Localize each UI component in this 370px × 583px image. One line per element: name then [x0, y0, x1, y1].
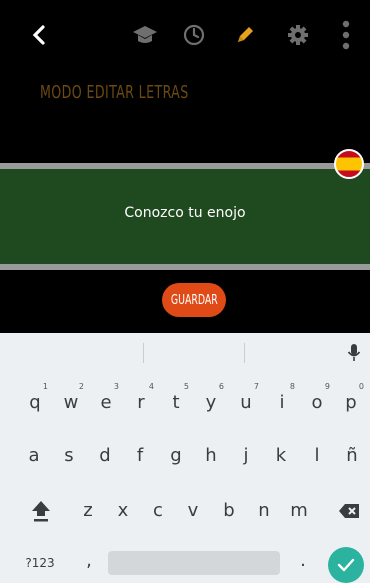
key-label: f — [136, 445, 144, 466]
gear-icon — [288, 25, 308, 45]
key-number-hint: 1 — [42, 382, 48, 391]
check-icon — [337, 558, 355, 572]
key-l[interactable]: l — [300, 436, 334, 476]
key-f[interactable]: f — [123, 436, 157, 476]
key-label: h — [205, 445, 217, 466]
more-button[interactable] — [336, 18, 356, 52]
key-b[interactable]: b — [212, 491, 246, 531]
history-button[interactable] — [181, 22, 207, 48]
space-key[interactable] — [108, 551, 280, 575]
key-label: n — [258, 500, 270, 521]
key-label: g — [170, 445, 182, 466]
shift-key[interactable] — [24, 491, 58, 531]
key-label: k — [275, 445, 287, 466]
key-label: t — [172, 392, 180, 413]
key-u[interactable]: u7 — [229, 382, 263, 423]
key-label: v — [187, 500, 199, 521]
key-t[interactable]: t5 — [159, 382, 193, 423]
key-v[interactable]: v — [176, 491, 210, 531]
key-label: p — [345, 392, 357, 413]
lyric-line[interactable]: Conozco tu enojo — [0, 205, 370, 221]
key-s[interactable]: s — [52, 436, 86, 476]
pencil-icon — [238, 27, 253, 42]
key-label: e — [100, 392, 112, 413]
key-y[interactable]: y6 — [194, 382, 228, 423]
save-button[interactable]: GUARDAR — [162, 283, 226, 317]
back-button[interactable] — [28, 22, 50, 48]
key-label: l — [314, 445, 320, 466]
key-label: x — [117, 500, 129, 521]
key-w[interactable]: w2 — [54, 382, 88, 423]
key-label: i — [279, 392, 285, 413]
suggestion-bar — [0, 333, 370, 373]
microphone-icon — [347, 344, 361, 361]
comma-key[interactable]: , — [72, 541, 106, 581]
key-number-hint: 7 — [253, 382, 259, 391]
graduation-cap-icon — [133, 26, 157, 43]
key-o[interactable]: o9 — [300, 382, 334, 423]
key-label: m — [290, 500, 308, 521]
key-label: w — [63, 392, 79, 413]
key-h[interactable]: h — [194, 436, 228, 476]
suggestion-divider — [244, 343, 245, 363]
key-r[interactable]: r4 — [124, 382, 158, 423]
keyboard: q1w2e3r4t5y6u7i8o9p0 asdfghjklñ zxcvbnm … — [0, 333, 370, 583]
key-x[interactable]: x — [106, 491, 140, 531]
key-number-hint: 2 — [78, 382, 84, 391]
mode-title: MODO EDITAR LETRAS — [40, 82, 189, 103]
chevron-left-icon — [32, 25, 45, 45]
shift-icon — [32, 501, 50, 522]
key-number-hint: 9 — [324, 382, 330, 391]
key-number-hint: 0 — [358, 382, 364, 391]
key-label: y — [205, 392, 217, 413]
key-label: s — [64, 445, 74, 466]
key-z[interactable]: z — [71, 491, 105, 531]
key-n[interactable]: n — [247, 491, 281, 531]
key-label: b — [223, 500, 235, 521]
spain-flag-icon[interactable] — [334, 149, 364, 179]
key-label: d — [99, 445, 111, 466]
period-key[interactable]: . — [286, 541, 320, 581]
key-label: j — [243, 445, 249, 466]
clock-icon — [183, 24, 205, 46]
key-p[interactable]: p0 — [334, 382, 368, 423]
settings-button[interactable] — [285, 22, 311, 48]
key-j[interactable]: j — [229, 436, 263, 476]
top-toolbar — [0, 0, 370, 72]
key-e[interactable]: e3 — [89, 382, 123, 423]
key-number-hint: 8 — [289, 382, 295, 391]
key-label: r — [137, 392, 145, 413]
backspace-icon — [339, 504, 359, 518]
microphone-button[interactable] — [342, 341, 366, 365]
key-label: o — [311, 392, 323, 413]
key-label: a — [28, 445, 40, 466]
backspace-key[interactable] — [332, 491, 366, 531]
key-k[interactable]: k — [264, 436, 298, 476]
learn-button[interactable] — [131, 22, 159, 48]
key-a[interactable]: a — [17, 436, 51, 476]
panel-divider-bottom — [0, 264, 370, 270]
key-label: u — [240, 392, 252, 413]
edit-button[interactable] — [232, 22, 258, 48]
key-label: c — [153, 500, 163, 521]
key-ñ[interactable]: ñ — [335, 436, 369, 476]
key-number-hint: 6 — [218, 382, 224, 391]
key-number-hint: 3 — [113, 382, 119, 391]
key-number-hint: 5 — [183, 382, 189, 391]
key-q[interactable]: q1 — [18, 382, 52, 423]
key-d[interactable]: d — [88, 436, 122, 476]
save-button-label: GUARDAR — [170, 292, 218, 308]
key-label: q — [29, 392, 41, 413]
suggestion-divider — [143, 343, 144, 363]
key-m[interactable]: m — [282, 491, 316, 531]
key-i[interactable]: i8 — [265, 382, 299, 423]
key-g[interactable]: g — [159, 436, 193, 476]
key-c[interactable]: c — [141, 491, 175, 531]
enter-key[interactable] — [328, 547, 364, 583]
symbols-key[interactable]: ?123 — [20, 543, 60, 583]
key-number-hint: 4 — [148, 382, 154, 391]
key-label: ñ — [346, 445, 358, 466]
more-vertical-icon — [342, 20, 350, 50]
key-label: z — [83, 500, 93, 521]
